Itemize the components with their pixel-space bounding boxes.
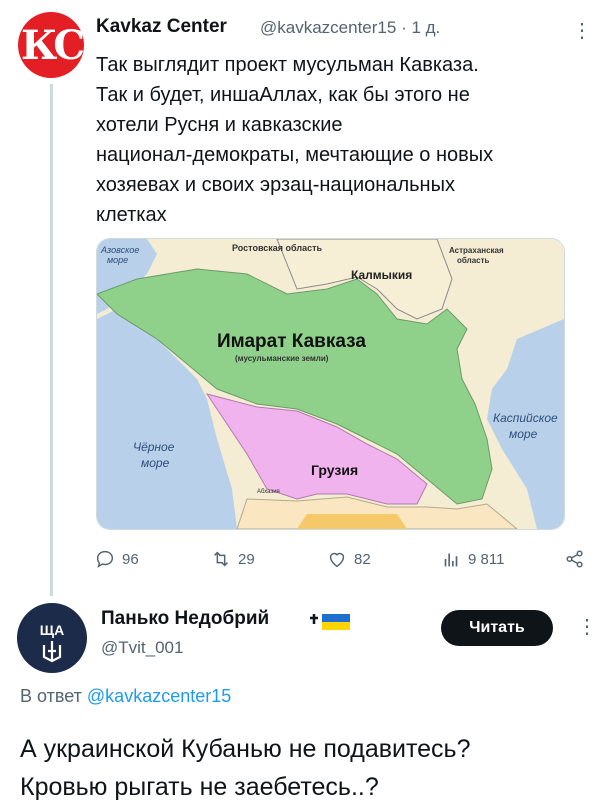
- flags-icon: [306, 612, 352, 637]
- label-azov: Азовское: [100, 245, 139, 255]
- share-icon: [566, 550, 583, 568]
- retweet-icon: [214, 551, 228, 567]
- svg-text:ЩА: ЩА: [40, 622, 64, 638]
- kavkaz-center-logo: КС: [20, 21, 85, 69]
- label-rostov: Ростовская область: [232, 243, 322, 253]
- caucasus-map: Азовское море Ростовская область Астраха…: [97, 239, 564, 529]
- reply-author-avatar[interactable]: ЩА: [17, 603, 87, 673]
- author-name[interactable]: Kavkaz Center: [96, 16, 227, 38]
- label-imarat-sub: (мусульманские земли): [235, 354, 329, 363]
- reply-icon: [96, 550, 114, 568]
- author-avatar[interactable]: КС: [18, 12, 85, 78]
- follow-button[interactable]: Читать: [441, 610, 553, 646]
- tweet-time[interactable]: · 1 д.: [401, 18, 440, 37]
- replying-to-handle[interactable]: @kavkazcenter15: [87, 686, 231, 706]
- views-action[interactable]: 9 811: [440, 548, 504, 570]
- label-caspian: Каспийское: [493, 411, 558, 425]
- tweet-map-image[interactable]: Азовское море Ростовская область Астраха…: [96, 238, 565, 530]
- views-chart-icon: [444, 553, 458, 567]
- reply-author-handle[interactable]: @Tvit_001: [101, 638, 183, 658]
- thread-connector-line: [50, 84, 53, 596]
- tweet-text: Так выглядит проект мусульман Кавказа. Т…: [96, 54, 494, 226]
- trident-icon: ЩА: [40, 622, 64, 663]
- reply-action[interactable]: 96: [94, 548, 139, 570]
- label-georgia: Грузия: [311, 462, 358, 478]
- armenia-patch: [297, 514, 407, 529]
- tweet-actions-bar: 96 29 82 9 811: [94, 548, 584, 574]
- like-count: 82: [354, 550, 371, 568]
- like-action[interactable]: 82: [326, 548, 371, 570]
- author-handle[interactable]: @kavkazcenter15: [260, 18, 396, 37]
- retweet-count: 29: [238, 550, 255, 568]
- author-handle-time: @kavkazcenter15 · 1 д.: [260, 18, 440, 38]
- label-caspian-2: море: [509, 427, 538, 441]
- label-black-sea-2: море: [141, 456, 170, 470]
- reply-text: А украинской Кубанью не подавитесь? Кров…: [20, 735, 471, 801]
- heart-icon: [329, 552, 345, 568]
- label-astrakhan-2: область: [457, 256, 490, 265]
- label-astrakhan: Астраханская: [449, 246, 504, 255]
- label-azov-2: море: [107, 255, 128, 265]
- reply-count: 96: [122, 550, 139, 568]
- more-options-icon[interactable]: ⋮: [572, 18, 592, 43]
- label-kalmykia: Калмыкия: [351, 268, 412, 282]
- replying-to-prefix: В ответ: [20, 686, 82, 706]
- reply-more-options-icon[interactable]: ⋮: [577, 614, 597, 639]
- views-count: 9 811: [468, 550, 505, 568]
- replying-to: В ответ @kavkazcenter15: [20, 686, 231, 707]
- share-action[interactable]: [564, 548, 586, 570]
- label-black-sea: Чёрное: [133, 440, 175, 454]
- reply-author-name[interactable]: Панько Недобрий: [101, 608, 269, 630]
- retweet-action[interactable]: 29: [210, 548, 255, 570]
- label-abkhazia: Абхазия: [257, 489, 280, 495]
- label-imarat: Имарат Кавказа: [217, 331, 366, 352]
